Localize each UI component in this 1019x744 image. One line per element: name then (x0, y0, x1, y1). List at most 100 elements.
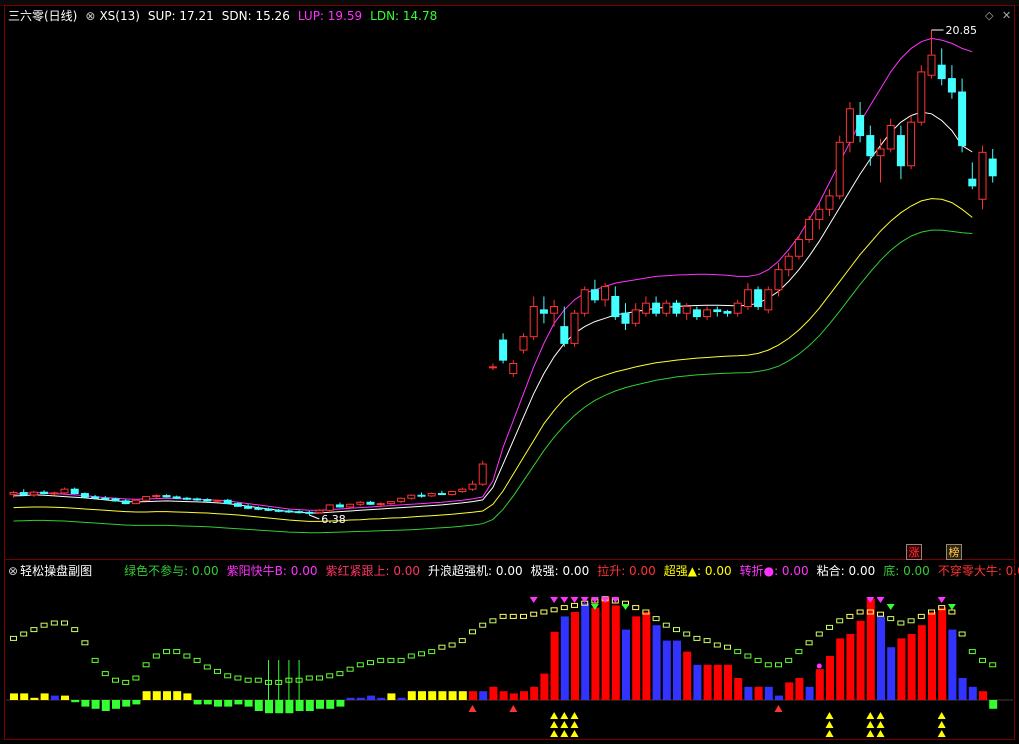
candle-body (529, 306, 538, 338)
candle-body (60, 488, 69, 494)
candle-body (366, 501, 375, 505)
candle-body (764, 289, 773, 311)
candle-body (652, 302, 661, 314)
candle-body (152, 495, 161, 498)
candle-body (856, 114, 865, 137)
candle-body (550, 306, 559, 314)
candle-body (601, 285, 610, 301)
candle-body (325, 504, 334, 511)
candle-body (468, 483, 477, 490)
candle-body (631, 309, 640, 324)
candle-body (611, 295, 620, 318)
sub-legend-item: 极强: 0.00 (530, 564, 590, 578)
candle-body (9, 492, 18, 495)
candle-body (662, 302, 671, 314)
band-sdn (13, 198, 973, 522)
candle-body (815, 208, 824, 220)
candle-body (407, 494, 416, 499)
sub-legend-item: 升浪超强机: 0.00 (428, 564, 523, 578)
candle-body (19, 492, 28, 496)
candle-body (947, 78, 956, 93)
sub-legend-item: 绿色不参与: 0.00 (124, 564, 219, 578)
candle-body (101, 497, 110, 500)
candle-body (254, 507, 263, 510)
candlestick-chart[interactable]: 20.85 6.38 (0, 0, 1019, 560)
candle-body (182, 497, 191, 500)
candle-body (50, 492, 59, 495)
sub-indicator-gear-icon[interactable]: ⊗ (8, 564, 18, 578)
candle-body (703, 309, 712, 318)
candle-body (539, 309, 548, 314)
candle-body (692, 309, 701, 318)
sub-legend-item: 紫阳快牛B: 0.00 (226, 564, 318, 578)
candle-body (223, 499, 232, 505)
candle-body (376, 503, 385, 506)
sub-pane-header: ⊗ 轻松操盘副图 绿色不参与: 0.00 紫阳快牛B: 0.00 紫红紧跟上: 0.00… (8, 563, 1019, 579)
candle-body (478, 463, 487, 485)
candle-body (723, 311, 732, 314)
candle-body (641, 302, 650, 314)
candle-body (213, 499, 222, 502)
candle-body (917, 71, 926, 123)
candle-body (519, 336, 528, 351)
candle-body (937, 64, 946, 80)
candle-body (682, 306, 691, 314)
candle-body (825, 195, 834, 210)
candle-body (866, 135, 875, 157)
candle-body (274, 509, 283, 512)
candle-body (70, 488, 79, 495)
candle-body (40, 491, 49, 495)
band-lup (13, 37, 973, 511)
candle-body (784, 255, 793, 271)
candle-body (397, 497, 406, 503)
candle-body (488, 366, 497, 369)
candle-body (162, 495, 171, 498)
candle-body (142, 496, 151, 501)
candle-body (346, 503, 355, 508)
candle-body (244, 505, 253, 509)
sub-legend-item: 转折●: 0.00 (739, 564, 809, 578)
candle-body (356, 501, 365, 505)
candle-body (386, 501, 395, 505)
candle-body (427, 493, 436, 497)
candle-body (91, 496, 100, 499)
candle-body (499, 339, 508, 361)
candle-body (774, 269, 783, 291)
high-price-label: 20.85 (946, 24, 978, 37)
candle-body (805, 218, 814, 240)
candle-body (193, 498, 202, 501)
candle-body (733, 302, 742, 314)
candle-body (590, 289, 599, 301)
candle-body (927, 54, 936, 76)
candle-body (458, 488, 467, 493)
candle-body (295, 511, 304, 514)
candle-body (754, 289, 763, 308)
sub-legend-item: 粘合: 0.00 (816, 564, 876, 578)
sub-legend-item: 拉升: 0.00 (597, 564, 656, 578)
sub-legend-item: 超强▲: 0.00 (663, 564, 732, 578)
candle-body (907, 121, 916, 167)
candle-body (713, 309, 722, 313)
candle-body (264, 508, 273, 511)
candle-body (570, 312, 579, 344)
candle-body (437, 493, 446, 496)
candle-body (835, 141, 844, 197)
candle-body (896, 135, 905, 167)
candle-body (335, 504, 344, 508)
candle-body (284, 510, 293, 513)
candle-body (29, 491, 38, 496)
candle-body (131, 499, 140, 505)
sub-legend-item: 底: 0.00 (883, 564, 930, 578)
low-marker (309, 514, 320, 520)
sub-indicator-title[interactable]: 轻松操盘副图 (20, 564, 92, 578)
candle-body (111, 498, 120, 502)
candle-body (580, 289, 589, 314)
candle-body (988, 158, 997, 177)
candle-body (794, 238, 803, 257)
candle-body (509, 363, 518, 375)
candle-body (448, 491, 457, 496)
candle-body (886, 125, 895, 150)
candle-body (233, 503, 242, 507)
candle-body (845, 108, 854, 143)
candle-body (203, 499, 212, 502)
